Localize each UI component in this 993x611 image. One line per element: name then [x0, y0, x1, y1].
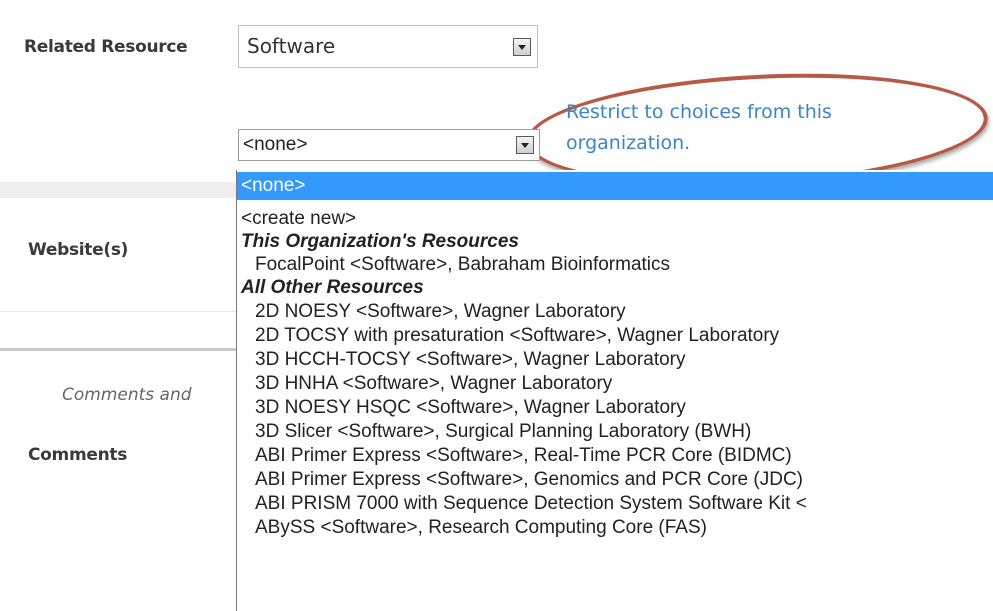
row-divider — [0, 311, 240, 312]
restrict-hint-line1: Restrict to choices from this — [566, 101, 832, 123]
resource-type-value: Software — [247, 34, 336, 58]
section-divider — [0, 348, 240, 351]
row-shade — [0, 182, 240, 198]
comments-section-heading: Comments and — [62, 385, 192, 405]
resource-dropdown-list[interactable]: <none> <create new> This Organization's … — [236, 170, 993, 611]
restrict-hint-line2: organization. — [566, 132, 691, 154]
restrict-hint[interactable]: Restrict to choices from this organizati… — [566, 97, 926, 159]
chevron-down-icon — [518, 45, 526, 50]
option-item[interactable]: ABySS <Software>, Research Computing Cor… — [237, 514, 993, 542]
website-label: Website(s) — [28, 240, 129, 260]
chevron-down-icon — [521, 143, 529, 148]
resource-select-value: <none> — [243, 134, 308, 155]
resource-type-dropdown-button[interactable] — [513, 38, 531, 56]
resource-type-select[interactable]: Software — [238, 25, 538, 68]
related-resource-label: Related Resource — [24, 37, 188, 57]
comments-label: Comments — [28, 445, 128, 465]
resource-select[interactable]: <none> — [238, 129, 540, 161]
resource-dropdown-button[interactable] — [516, 136, 534, 154]
option-none[interactable]: <none> — [237, 172, 993, 200]
